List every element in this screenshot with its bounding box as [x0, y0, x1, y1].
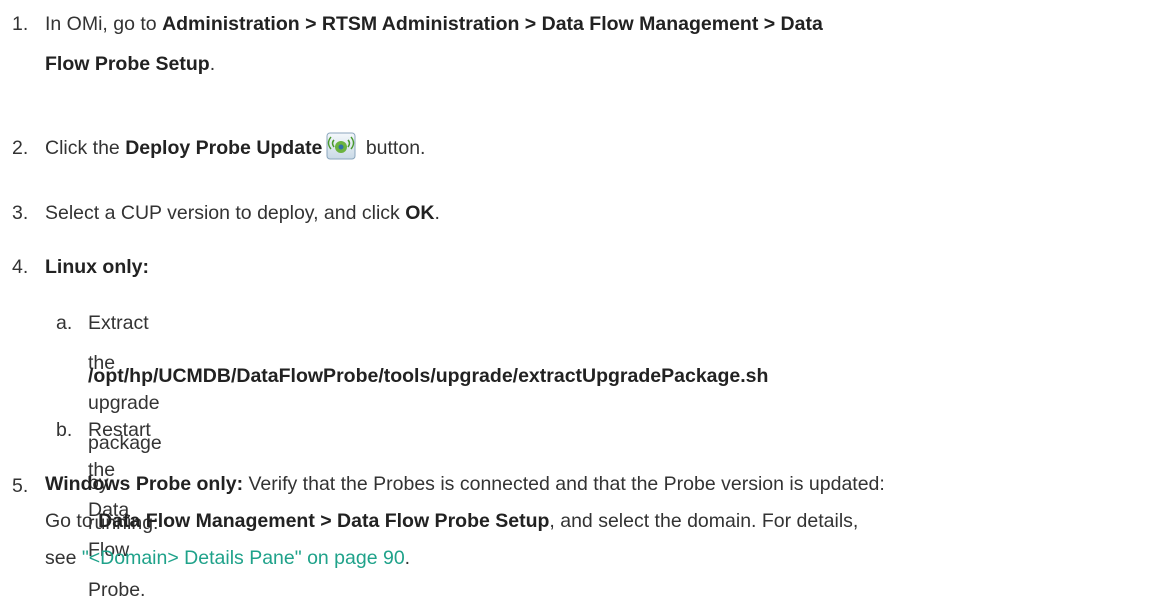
ok-label: OK [405, 202, 435, 224]
step-text: Windows Probe only: Verify that the Prob… [45, 473, 885, 569]
step-text: Linux only: [45, 247, 1168, 287]
menu-path-continued: Flow Probe Setup [45, 53, 210, 75]
substep-letter: a. [56, 312, 73, 334]
deploy-probe-update-icon [326, 132, 356, 160]
step-text: Click the Deploy Probe Update button. [45, 128, 1168, 168]
button-name: Deploy Probe Update [125, 137, 323, 159]
substep-letter: b. [56, 419, 73, 441]
step-text: Select a CUP version to deploy, and clic… [45, 202, 440, 224]
linux-only-label: Linux only: [45, 256, 149, 278]
shell-command: /opt/hp/UCMDB/DataFlowProbe/tools/upgrad… [88, 365, 769, 387]
menu-path: Administration > RTSM Administration > D… [162, 13, 823, 35]
document-page: 1. In OMi, go to Administration > RTSM A… [0, 0, 1168, 601]
domain-details-pane-link[interactable]: "<Domain> Details Pane" on page 90 [82, 547, 405, 569]
menu-path: Data Flow Management > Data Flow Probe S… [98, 510, 550, 532]
windows-only-label: Windows Probe only: [45, 473, 244, 495]
step-text: In OMi, go to Administration > RTSM Admi… [45, 13, 823, 75]
